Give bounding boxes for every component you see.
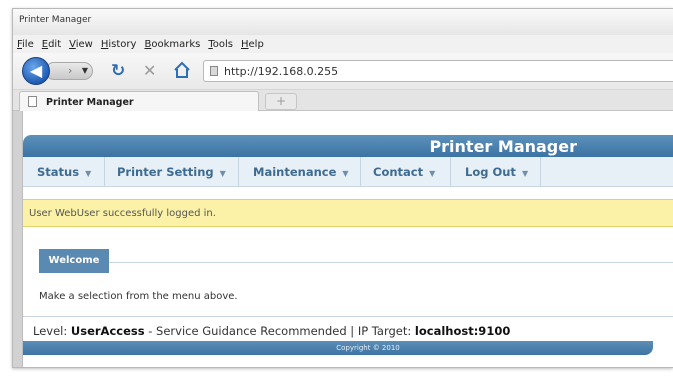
menu-printer-setting-label: Printer Setting bbox=[117, 165, 214, 179]
navigation-toolbar: › ▼ ◀ ↻ ✕ http://192.168.0.255 bbox=[13, 53, 673, 89]
document-icon bbox=[28, 96, 37, 107]
ip-target-value: localhost:9100 bbox=[414, 324, 511, 338]
menu-log-out[interactable]: Log Out ▼ bbox=[451, 157, 541, 187]
tab-title: Printer Manager bbox=[46, 97, 134, 108]
browser-window: Printer Manager File Edit View History B… bbox=[12, 8, 673, 368]
chevron-down-icon: ▼ bbox=[85, 169, 92, 178]
guidance-text: - Service Guidance Recommended | IP Targ… bbox=[144, 324, 412, 338]
menu-contact[interactable]: Contact ▼ bbox=[361, 157, 451, 187]
page-content: Printer Manager Status ▼ Printer Setting ▼… bbox=[13, 111, 673, 367]
tab-printer-manager[interactable]: Printer Manager bbox=[19, 91, 259, 112]
home-icon[interactable] bbox=[173, 61, 191, 79]
browser-menubar: File Edit View History Bookmarks Tools H… bbox=[13, 35, 673, 53]
page-footer: Copyright © 2010 bbox=[23, 341, 653, 355]
url-text: http://192.168.0.255 bbox=[224, 65, 339, 78]
menu-view[interactable]: View bbox=[69, 39, 93, 50]
new-tab-button[interactable]: + bbox=[265, 93, 297, 110]
history-dropdown-icon[interactable]: ▼ bbox=[82, 63, 88, 79]
page-icon bbox=[210, 66, 218, 76]
menu-log-out-label: Log Out bbox=[465, 165, 516, 179]
plus-icon: + bbox=[275, 94, 287, 108]
content-left-edge bbox=[13, 111, 23, 367]
welcome-tab: Welcome bbox=[39, 249, 109, 273]
window-titlebar: Printer Manager bbox=[13, 9, 673, 35]
copyright-text: Copyright © 2010 bbox=[336, 344, 400, 352]
forward-arrow-icon: › bbox=[68, 64, 73, 77]
menu-maintenance-label: Maintenance bbox=[253, 165, 337, 179]
url-input[interactable]: http://192.168.0.255 bbox=[203, 60, 673, 82]
chevron-down-icon: ▼ bbox=[429, 169, 436, 178]
welcome-divider bbox=[39, 262, 673, 263]
menu-status[interactable]: Status ▼ bbox=[23, 157, 105, 187]
page-title: Printer Manager bbox=[429, 137, 577, 156]
menu-status-label: Status bbox=[37, 165, 80, 179]
window-title: Printer Manager bbox=[19, 15, 92, 25]
welcome-tab-label: Welcome bbox=[48, 255, 100, 266]
tab-strip: Printer Manager + bbox=[13, 89, 673, 112]
menu-printer-setting[interactable]: Printer Setting ▼ bbox=[105, 157, 239, 187]
back-arrow-icon: ◀ bbox=[29, 61, 43, 80]
menu-bookmarks[interactable]: Bookmarks bbox=[144, 39, 200, 50]
main-menu: Status ▼ Printer Setting ▼ Maintenance ▼ Co… bbox=[23, 157, 673, 187]
level-value: UserAccess bbox=[70, 324, 145, 338]
chevron-down-icon: ▼ bbox=[521, 169, 529, 178]
chevron-down-icon: ▼ bbox=[219, 169, 226, 178]
reload-icon[interactable]: ↻ bbox=[111, 61, 125, 81]
welcome-message: Make a selection from the menu above. bbox=[39, 291, 238, 302]
menu-maintenance[interactable]: Maintenance ▼ bbox=[239, 157, 361, 187]
welcome-bottom-divider bbox=[23, 316, 673, 317]
menu-edit[interactable]: Edit bbox=[42, 39, 61, 50]
stop-icon[interactable]: ✕ bbox=[143, 61, 156, 80]
back-button[interactable]: ◀ bbox=[22, 57, 50, 85]
forward-button[interactable]: › ▼ bbox=[45, 62, 93, 80]
page-header-bar: Printer Manager bbox=[23, 135, 673, 157]
menu-contact-label: Contact bbox=[373, 165, 424, 179]
chevron-down-icon: ▼ bbox=[342, 169, 349, 178]
menu-file[interactable]: File bbox=[17, 39, 34, 50]
login-notice: User WebUser successfully logged in. bbox=[23, 199, 673, 227]
menu-history[interactable]: History bbox=[101, 39, 137, 50]
level-label: Level: bbox=[33, 324, 68, 338]
menu-help[interactable]: Help bbox=[241, 39, 264, 50]
status-line: Level: UserAccess - Service Guidance Rec… bbox=[33, 324, 510, 338]
notice-text: User WebUser successfully logged in. bbox=[29, 208, 216, 219]
menu-tools[interactable]: Tools bbox=[208, 39, 233, 50]
